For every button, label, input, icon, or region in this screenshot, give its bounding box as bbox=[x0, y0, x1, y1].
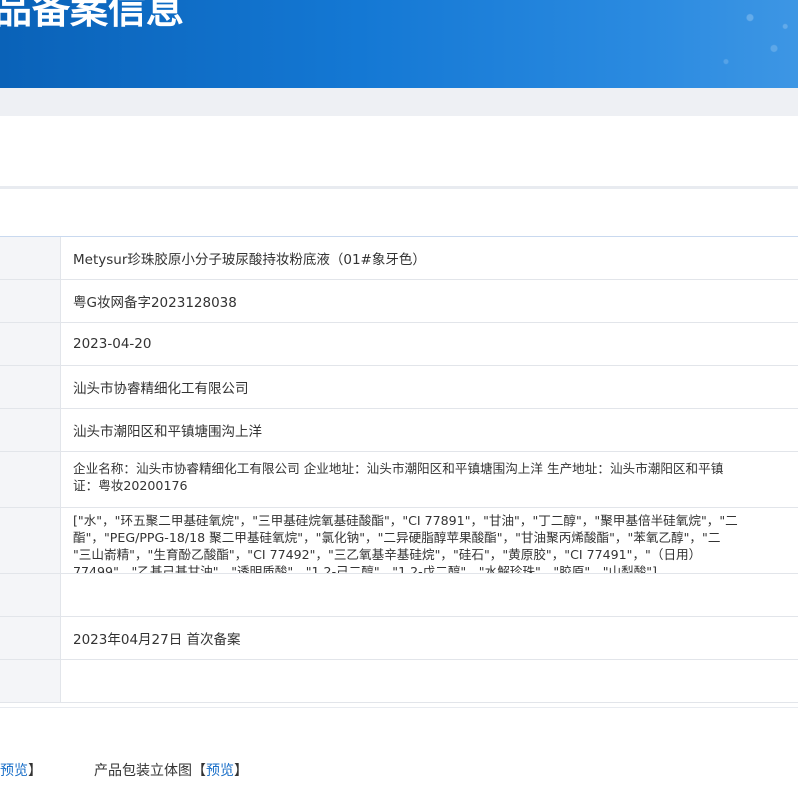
manufacturer-value: 企业名称：汕头市协睿精细化工有限公司 企业地址：汕头市潮阳区和平镇塘围沟上洋 生… bbox=[61, 452, 798, 507]
table-row-product-name: Metysur珍珠胶原小分子玻尿酸持妆粉底液（01#象牙色） bbox=[0, 237, 798, 280]
record-number-value: 粤G妆网备字2023128038 bbox=[73, 295, 237, 311]
row-label-cell bbox=[0, 617, 61, 659]
ingredients-line: "三山嵛精"，"生育酚乙酸酯"，"CI 77492"，"三乙氧基辛基硅烷"，"硅… bbox=[73, 547, 702, 562]
record-date-value: 2023-04-20 bbox=[73, 336, 152, 352]
attachment-label: 产品包装立体图 bbox=[94, 763, 192, 779]
preview-links: 预览】 产品包装立体图【预览】 bbox=[0, 760, 798, 780]
table-row-status: 2023年04月27日 首次备案 bbox=[0, 617, 798, 660]
table-row-record-date: 2023-04-20 bbox=[0, 323, 798, 366]
registrant-address-value: 汕头市潮阳区和平镇塘围沟上洋 bbox=[73, 424, 262, 440]
registrant-value: 汕头市协睿精细化工有限公司 bbox=[73, 381, 249, 397]
empty-value bbox=[61, 574, 798, 616]
manufacturer-line: 企业名称：汕头市协睿精细化工有限公司 企业地址：汕头市潮阳区和平镇塘围沟上洋 生… bbox=[73, 461, 724, 476]
row-label-cell bbox=[0, 660, 61, 702]
table-row-registrant: 汕头市协睿精细化工有限公司 bbox=[0, 366, 798, 409]
table-row-last bbox=[0, 660, 798, 703]
ingredients-value: ["水"，"环五聚二甲基硅氧烷"，"三甲基硅烷氧基硅酸酯"，"CI 77891"… bbox=[61, 508, 798, 573]
product-name-value: Metysur珍珠胶原小分子玻尿酸持妆粉底液（01#象牙色） bbox=[73, 252, 426, 268]
row-label-cell bbox=[0, 366, 61, 408]
table-row-registrant-address: 汕头市潮阳区和平镇塘围沟上洋 bbox=[0, 409, 798, 452]
ingredients-line: 酯"，"PEG/PPG-18/18 聚二甲基硅氧烷"，"氯化钠"，"二异硬脂醇苹… bbox=[73, 530, 721, 545]
page-title: 品备案信息 bbox=[0, 0, 185, 32]
header-strip bbox=[0, 88, 798, 116]
preview-link-1[interactable]: 预览 bbox=[0, 763, 28, 779]
row-label-cell bbox=[0, 452, 61, 507]
preview-link-2[interactable]: 预览 bbox=[206, 763, 234, 779]
row-label-cell bbox=[0, 409, 61, 451]
attachments-section bbox=[0, 707, 798, 798]
manufacturer-line: 证：粤妆20200176 bbox=[73, 478, 188, 493]
row-label-cell bbox=[0, 574, 61, 616]
row-label-cell bbox=[0, 280, 61, 322]
blank-section bbox=[0, 116, 798, 186]
ingredients-line: 77499"，"乙基己基甘油"，"透明质酸"，"1,2-己二醇"，"1,2-戊二… bbox=[73, 564, 658, 573]
row-label-cell bbox=[0, 323, 61, 365]
bracket-close: 】 bbox=[234, 763, 248, 779]
banner-decoration bbox=[638, 0, 798, 88]
table-row-record-number: 粤G妆网备字2023128038 bbox=[0, 280, 798, 323]
status-value: 2023年04月27日 首次备案 bbox=[73, 632, 241, 648]
record-detail-page: 品备案信息 Metysur珍珠胶原小分子玻尿酸持妆粉底液（01#象牙色） 粤G妆… bbox=[0, 0, 798, 798]
attachment-item-2: 产品包装立体图【预览】 bbox=[94, 760, 248, 780]
detail-table: Metysur珍珠胶原小分子玻尿酸持妆粉底液（01#象牙色） 粤G妆网备字202… bbox=[0, 236, 798, 703]
table-row-manufacturer: 企业名称：汕头市协睿精细化工有限公司 企业地址：汕头市潮阳区和平镇塘围沟上洋 生… bbox=[0, 452, 798, 508]
blank-section-2 bbox=[0, 189, 798, 235]
header-banner: 品备案信息 bbox=[0, 0, 798, 88]
table-row-ingredients: ["水"，"环五聚二甲基硅氧烷"，"三甲基硅烷氧基硅酸酯"，"CI 77891"… bbox=[0, 508, 798, 574]
row-label-cell bbox=[0, 237, 61, 279]
ingredients-line: ["水"，"环五聚二甲基硅氧烷"，"三甲基硅烷氧基硅酸酯"，"CI 77891"… bbox=[73, 513, 738, 528]
bracket-open: 【 bbox=[192, 763, 206, 779]
attachment-item-1: 预览】 bbox=[0, 760, 42, 780]
table-row-empty bbox=[0, 574, 798, 617]
bracket-close: 】 bbox=[28, 763, 42, 779]
row-label-cell bbox=[0, 508, 61, 573]
last-value bbox=[61, 660, 798, 702]
